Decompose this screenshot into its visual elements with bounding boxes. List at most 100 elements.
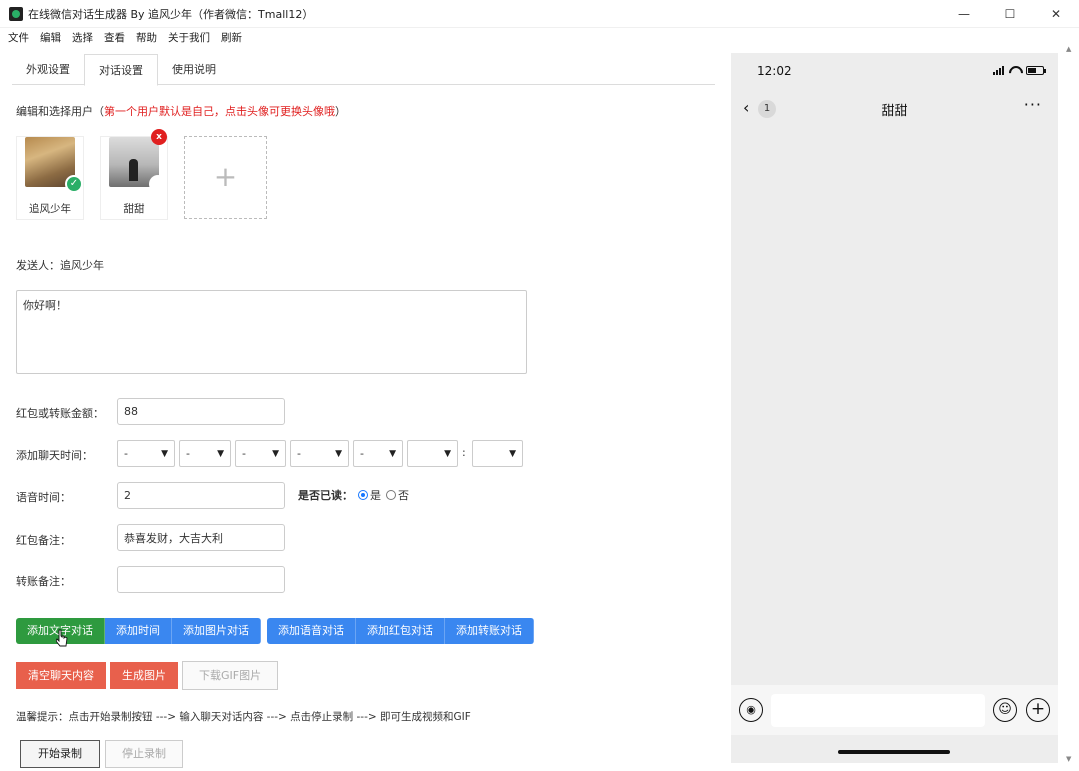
chat-title: 甜甜 [881, 104, 908, 119]
add-image-button[interactable]: 添加图片对话 [172, 618, 261, 644]
amount-label: 红包或转账金额： [16, 407, 104, 420]
settings-tabs: 外观设置 对话设置 使用说明 [12, 54, 715, 86]
amount-input[interactable] [117, 398, 285, 425]
tab-instructions[interactable]: 使用说明 [158, 54, 230, 85]
select-value: - [360, 447, 364, 460]
read-yes-radio[interactable] [358, 490, 368, 500]
user-name: 追风少年 [29, 203, 71, 215]
chevron-down-icon: ▼ [217, 448, 224, 459]
voice-icon[interactable]: ◉ [739, 698, 763, 722]
hongbao-note-input[interactable] [117, 524, 285, 551]
minimize-button[interactable]: — [941, 0, 987, 28]
window-title: 在线微信对话生成器 By 追风少年（作者微信：Tmall12） [28, 7, 314, 21]
delete-icon[interactable]: x [151, 129, 167, 145]
hint-prefix: 编辑和选择用户（ [16, 105, 104, 118]
minute-select[interactable]: ▼ [472, 440, 523, 467]
app-icon [9, 6, 23, 21]
action-button-group: 清空聊天内容 生成图片 下载GIF图片 [16, 661, 279, 690]
status-bar: 12:02 [731, 53, 1058, 89]
transfer-note-label: 转账备注： [16, 575, 71, 588]
menu-about[interactable]: 关于我们 [168, 30, 210, 45]
add-voice-button[interactable]: 添加语音对话 [267, 618, 356, 644]
voice-time-input[interactable] [117, 482, 285, 509]
menu-help[interactable]: 帮助 [136, 30, 157, 45]
hour-select[interactable]: ▼ [407, 440, 458, 467]
chat-input-bar: ◉ ☺ + [731, 685, 1058, 735]
period-select[interactable]: - ▼ [353, 440, 403, 467]
select-value: - [124, 447, 128, 460]
weekday-select[interactable]: - ▼ [290, 440, 349, 467]
stop-recording-button[interactable]: 停止录制 [105, 740, 183, 768]
status-time: 12:02 [757, 64, 792, 78]
add-button-group-1: 添加文字对话 添加时间 添加图片对话 [16, 618, 261, 644]
select-value: - [297, 447, 301, 460]
plus-icon[interactable]: + [1026, 698, 1050, 722]
user-card-other[interactable]: x 甜甜 [100, 129, 168, 220]
chevron-down-icon: ▼ [335, 448, 342, 459]
chevron-down-icon: ▼ [389, 448, 396, 459]
chevron-down-icon: ▼ [509, 448, 516, 459]
chevron-down-icon: ▼ [161, 448, 168, 459]
voice-time-label: 语音时间： [16, 491, 71, 504]
chevron-down-icon: ▼ [272, 448, 279, 459]
tab-appearance[interactable]: 外观设置 [12, 54, 84, 85]
menu-bar: 文件 编辑 选择 查看 帮助 关于我们 刷新 [0, 28, 720, 46]
maximize-button[interactable]: ☐ [987, 0, 1033, 28]
message-input[interactable]: 你好啊！ [16, 290, 527, 374]
hint-suffix: ） [335, 105, 346, 118]
sender-label: 发送人：追风少年 [16, 259, 104, 272]
phone-preview: 12:02 ‹ 1 甜甜 ··· ◉ ☺ + [731, 53, 1058, 763]
read-no-label: 否 [398, 489, 409, 502]
home-indicator [838, 750, 950, 754]
mouse-cursor-icon [56, 629, 68, 647]
user-card-self[interactable]: ✓ 追风少年 [16, 136, 84, 220]
select-value: - [186, 447, 190, 460]
month-select[interactable]: - ▼ [179, 440, 231, 467]
more-icon[interactable]: ··· [1024, 95, 1042, 114]
hongbao-note-label: 红包备注： [16, 534, 71, 547]
year-select[interactable]: - ▼ [117, 440, 175, 467]
read-status: 是否已读： 是 否 [298, 487, 409, 503]
close-button[interactable]: ✕ [1033, 0, 1079, 28]
menu-edit[interactable]: 编辑 [40, 30, 61, 45]
window-controls: — ☐ ✕ [941, 0, 1079, 28]
hint-red: 第一个用户默认是自己，点击头像可更换头像哦 [104, 105, 335, 118]
scroll-down-icon[interactable]: ▼ [1066, 755, 1071, 763]
add-hongbao-button[interactable]: 添加红包对话 [356, 618, 445, 644]
add-time-button[interactable]: 添加时间 [105, 618, 172, 644]
add-user-button[interactable]: + [184, 136, 267, 219]
clear-chat-button[interactable]: 清空聊天内容 [16, 662, 106, 689]
menu-file[interactable]: 文件 [8, 30, 29, 45]
download-gif-button[interactable]: 下载GIF图片 [182, 661, 279, 690]
read-no-radio[interactable] [386, 490, 396, 500]
add-transfer-button[interactable]: 添加转账对话 [445, 618, 534, 644]
chat-nav-bar: ‹ 1 甜甜 ··· [731, 89, 1058, 127]
menu-select[interactable]: 选择 [72, 30, 93, 45]
title-bar: 在线微信对话生成器 By 追风少年（作者微信：Tmall12） — ☐ ✕ [0, 0, 1079, 28]
generate-image-button[interactable]: 生成图片 [110, 662, 178, 689]
menu-refresh[interactable]: 刷新 [221, 30, 242, 45]
tab-dialog[interactable]: 对话设置 [84, 54, 158, 86]
chat-time-label: 添加聊天时间： [16, 449, 93, 462]
start-recording-button[interactable]: 开始录制 [20, 740, 100, 768]
signal-icon [993, 66, 1004, 75]
chevron-down-icon: ▼ [444, 448, 451, 459]
transfer-note-input[interactable] [117, 566, 285, 593]
day-select[interactable]: - ▼ [235, 440, 286, 467]
chat-input[interactable] [771, 694, 985, 727]
read-label: 是否已读： [298, 489, 353, 502]
check-icon: ✓ [65, 175, 83, 193]
recording-tip: 温馨提示：点击开始录制按钮 ---> 输入聊天对话内容 ---> 点击停止录制 … [16, 711, 471, 723]
user-hint: 编辑和选择用户（第一个用户默认是自己，点击头像可更换头像哦） [16, 103, 346, 119]
wifi-icon [1009, 66, 1021, 75]
select-value: - [242, 447, 246, 460]
menu-view[interactable]: 查看 [104, 30, 125, 45]
read-yes-label: 是 [370, 489, 381, 502]
user-name: 甜甜 [123, 203, 145, 215]
battery-icon [1026, 66, 1046, 75]
status-icons [993, 66, 1046, 75]
add-button-group-2: 添加语音对话 添加红包对话 添加转账对话 [267, 618, 534, 644]
scroll-up-icon[interactable]: ▲ [1066, 45, 1071, 53]
select-badge[interactable] [149, 175, 167, 193]
emoji-icon[interactable]: ☺ [993, 698, 1017, 722]
